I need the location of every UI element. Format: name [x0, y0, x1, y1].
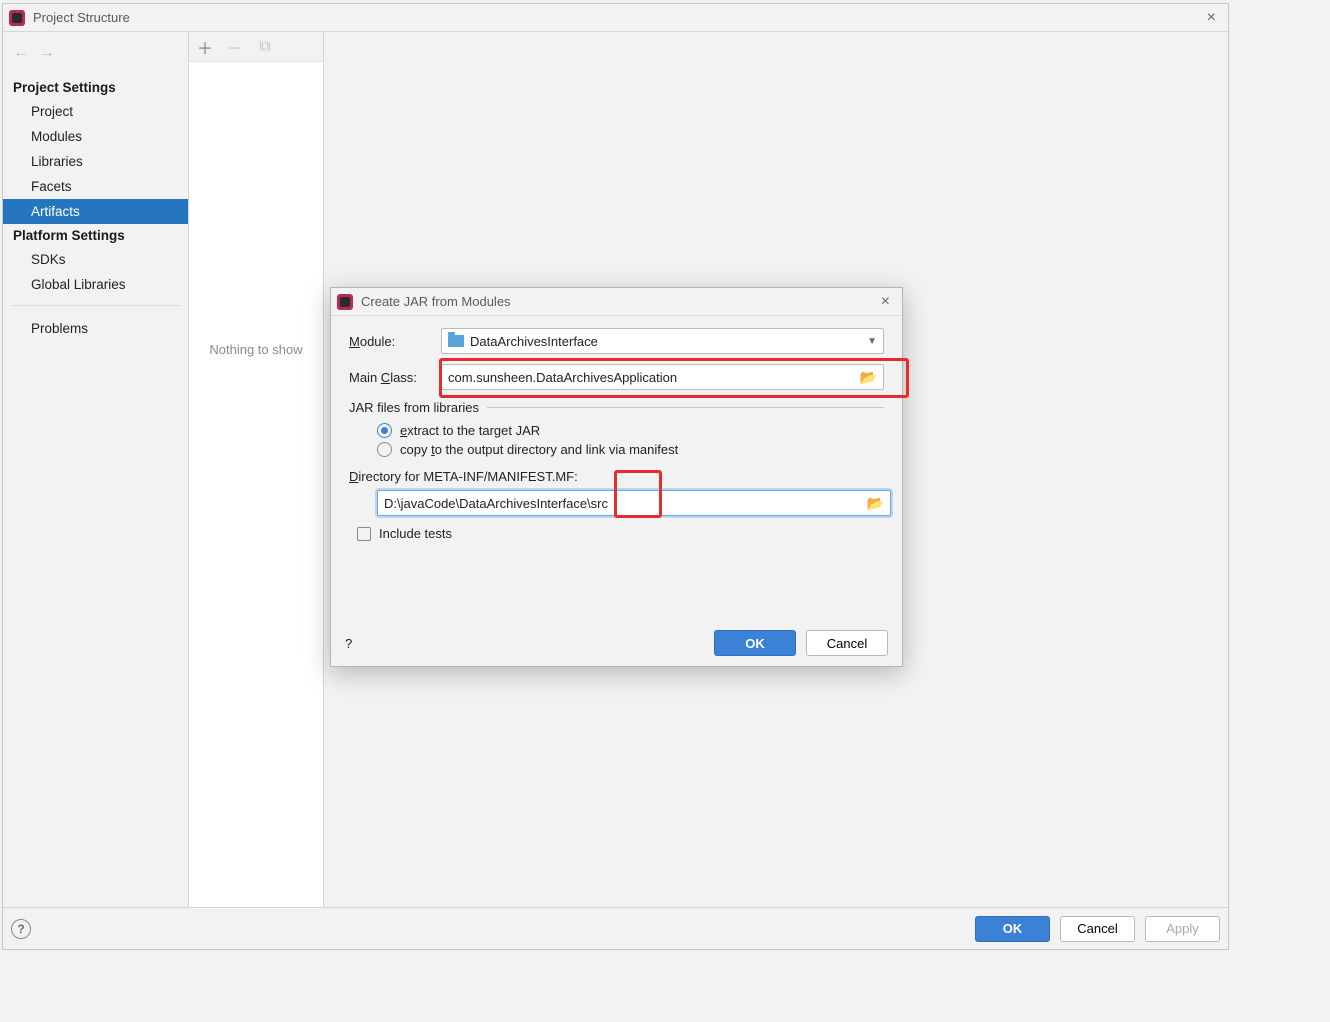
- modal-close-icon[interactable]: ×: [875, 291, 896, 313]
- radio-copy[interactable]: copy to the output directory and link vi…: [377, 442, 884, 457]
- help-icon[interactable]: ?: [11, 919, 31, 939]
- sidebar-item-sdks[interactable]: SDKs: [3, 247, 188, 272]
- sidebar-divider: [11, 305, 180, 306]
- include-tests-label: Include tests: [379, 526, 452, 541]
- browse-folder-icon[interactable]: 📂: [867, 495, 884, 512]
- copy-icon[interactable]: ⧉: [257, 39, 273, 55]
- modal-cancel-button[interactable]: Cancel: [806, 630, 888, 656]
- main-title: Project Structure: [33, 10, 130, 25]
- nav-back-icon[interactable]: ←: [13, 44, 29, 62]
- main-class-label: Main Class:: [349, 370, 431, 385]
- main-class-field[interactable]: com.sunsheen.DataArchivesApplication 📂: [441, 364, 884, 390]
- sidebar: ← → Project Settings Project Modules Lib…: [3, 32, 189, 907]
- sidebar-item-artifacts[interactable]: Artifacts: [3, 199, 188, 224]
- main-apply-button[interactable]: Apply: [1145, 916, 1220, 942]
- main-cancel-button[interactable]: Cancel: [1060, 916, 1135, 942]
- artifacts-list-panel: ＋ － ⧉ Nothing to show: [189, 32, 324, 907]
- checkbox-icon: [357, 527, 371, 541]
- section-header-project-settings: Project Settings: [3, 76, 188, 99]
- modal-help-icon[interactable]: ?: [345, 636, 352, 651]
- module-value: DataArchivesInterface: [470, 334, 598, 349]
- main-footer: ? OK Cancel Apply: [3, 907, 1228, 949]
- sidebar-item-global-libraries[interactable]: Global Libraries: [3, 272, 188, 297]
- empty-list-text: Nothing to show: [189, 62, 323, 907]
- nav-arrows: ← →: [3, 38, 188, 76]
- sidebar-item-facets[interactable]: Facets: [3, 174, 188, 199]
- include-tests-row[interactable]: Include tests: [357, 526, 884, 541]
- sidebar-item-libraries[interactable]: Libraries: [3, 149, 188, 174]
- nav-forward-icon[interactable]: →: [39, 44, 55, 62]
- list-toolbar: ＋ － ⧉: [189, 32, 323, 62]
- module-combo[interactable]: DataArchivesInterface ▼: [441, 328, 884, 354]
- module-label: Module:: [349, 334, 431, 349]
- browse-folder-icon[interactable]: 📂: [860, 369, 877, 386]
- group-divider: [487, 407, 884, 408]
- radio-icon-unchecked: [377, 442, 392, 457]
- main-class-row: Main Class: com.sunsheen.DataArchivesApp…: [349, 364, 884, 390]
- modal-body: Module: DataArchivesInterface ▼ Main Cla…: [331, 316, 902, 541]
- intellij-icon: [337, 294, 353, 310]
- intellij-icon: [9, 10, 25, 26]
- add-icon[interactable]: ＋: [197, 39, 213, 55]
- section-header-platform-settings: Platform Settings: [3, 224, 188, 247]
- modal-footer: ? OK Cancel: [345, 630, 888, 656]
- main-ok-button[interactable]: OK: [975, 916, 1050, 942]
- create-jar-dialog: Create JAR from Modules × Module: DataAr…: [330, 287, 903, 667]
- modal-title: Create JAR from Modules: [361, 294, 511, 309]
- dir-field[interactable]: D:\javaCode\DataArchivesInterface\src 📂: [377, 490, 891, 516]
- jar-group-label: JAR files from libraries: [349, 400, 884, 415]
- modal-ok-button[interactable]: OK: [714, 630, 796, 656]
- module-folder-icon: [448, 335, 464, 347]
- chevron-down-icon: ▼: [867, 336, 877, 347]
- modal-titlebar: Create JAR from Modules ×: [331, 288, 902, 316]
- sidebar-item-project[interactable]: Project: [3, 99, 188, 124]
- remove-icon[interactable]: －: [227, 39, 243, 55]
- sidebar-item-problems[interactable]: Problems: [3, 316, 188, 341]
- radio-extract[interactable]: extract to the target JAR: [377, 423, 884, 438]
- dir-label: Directory for META-INF/MANIFEST.MF:: [349, 469, 884, 484]
- radio-icon-checked: [377, 423, 392, 438]
- main-titlebar: Project Structure ×: [3, 4, 1228, 32]
- module-row: Module: DataArchivesInterface ▼: [349, 328, 884, 354]
- main-class-value: com.sunsheen.DataArchivesApplication: [448, 370, 677, 385]
- dir-value: D:\javaCode\DataArchivesInterface\src: [384, 496, 608, 511]
- sidebar-item-modules[interactable]: Modules: [3, 124, 188, 149]
- close-icon[interactable]: ×: [1201, 7, 1222, 29]
